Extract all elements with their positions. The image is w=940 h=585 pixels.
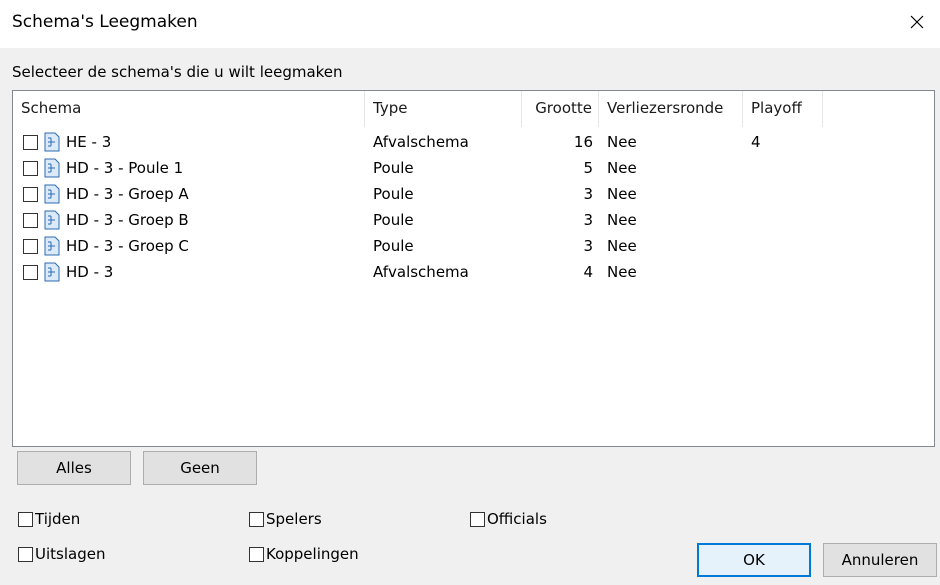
koppelingen-checkbox[interactable] xyxy=(249,546,264,562)
window-title: Schema's Leegmaken xyxy=(12,12,198,32)
schema-document-icon xyxy=(44,210,60,230)
row-name: HD - 3 - Poule 1 xyxy=(66,159,184,177)
row-size: 5 xyxy=(583,159,593,177)
row-type: Afvalschema xyxy=(373,133,469,151)
row-name-cell: HD - 3 xyxy=(13,262,365,282)
row-name: HE - 3 xyxy=(66,133,112,151)
ok-button[interactable]: OK xyxy=(697,543,811,577)
schema-list[interactable]: Schema Type Grootte Verliezersronde Play… xyxy=(12,90,935,447)
column-header-schema[interactable]: Schema xyxy=(13,91,365,127)
row-name-cell: HE - 3 xyxy=(13,132,365,152)
row-size: 4 xyxy=(583,263,593,281)
row-name: HD - 3 - Groep A xyxy=(66,185,189,203)
row-checkbox[interactable] xyxy=(23,238,38,254)
row-loser: Nee xyxy=(607,133,637,151)
schema-document-icon xyxy=(44,236,60,256)
list-rows: HE - 3 Afvalschema 16 Nee 4 HD - 3 - Pou… xyxy=(13,129,934,285)
row-loser: Nee xyxy=(607,237,637,255)
officials-checkbox[interactable] xyxy=(470,511,485,527)
row-loser: Nee xyxy=(607,159,637,177)
row-name-cell: HD - 3 - Groep C xyxy=(13,236,365,256)
row-checkbox[interactable] xyxy=(23,264,38,280)
koppelingen-label: Koppelingen xyxy=(266,545,359,563)
row-loser: Nee xyxy=(607,211,637,229)
dialog-body: Selecteer de schema's die u wilt leegmak… xyxy=(0,48,940,585)
officials-label: Officials xyxy=(487,510,547,528)
uitslagen-label: Uitslagen xyxy=(35,545,106,563)
row-checkbox[interactable] xyxy=(23,134,38,150)
column-header-grootte[interactable]: Grootte xyxy=(522,91,599,127)
row-size: 16 xyxy=(573,133,593,151)
row-name-cell: HD - 3 - Poule 1 xyxy=(13,158,365,178)
row-size: 3 xyxy=(583,185,593,203)
row-size: 3 xyxy=(583,237,593,255)
option-officials[interactable]: Officials xyxy=(470,510,547,528)
table-row[interactable]: HE - 3 Afvalschema 16 Nee 4 xyxy=(13,129,934,155)
row-type: Poule xyxy=(373,237,414,255)
uitslagen-checkbox[interactable] xyxy=(18,546,33,562)
column-header-verliezersronde[interactable]: Verliezersronde xyxy=(599,91,743,127)
row-size: 3 xyxy=(583,211,593,229)
row-checkbox[interactable] xyxy=(23,160,38,176)
row-loser: Nee xyxy=(607,185,637,203)
select-none-button[interactable]: Geen xyxy=(143,451,257,485)
schema-document-icon xyxy=(44,158,60,178)
row-type: Poule xyxy=(373,185,414,203)
table-row[interactable]: HD - 3 - Poule 1 Poule 5 Nee xyxy=(13,155,934,181)
option-spelers[interactable]: Spelers xyxy=(249,510,322,528)
table-row[interactable]: HD - 3 - Groep C Poule 3 Nee xyxy=(13,233,934,259)
option-tijden[interactable]: Tijden xyxy=(18,510,80,528)
row-loser: Nee xyxy=(607,263,637,281)
row-name: HD - 3 - Groep B xyxy=(66,211,189,229)
tijden-checkbox[interactable] xyxy=(18,511,33,527)
row-checkbox[interactable] xyxy=(23,212,38,228)
close-icon xyxy=(910,15,924,29)
row-type: Poule xyxy=(373,159,414,177)
row-playoff: 4 xyxy=(751,133,761,151)
instruction-label: Selecteer de schema's die u wilt leegmak… xyxy=(12,63,343,81)
option-koppelingen[interactable]: Koppelingen xyxy=(249,545,359,563)
tijden-label: Tijden xyxy=(35,510,81,528)
spelers-label: Spelers xyxy=(266,510,322,528)
row-name: HD - 3 xyxy=(66,263,114,281)
select-all-button[interactable]: Alles xyxy=(17,451,131,485)
table-row[interactable]: HD - 3 - Groep A Poule 3 Nee xyxy=(13,181,934,207)
schema-document-icon xyxy=(44,132,60,152)
row-type: Poule xyxy=(373,211,414,229)
column-header-type[interactable]: Type xyxy=(365,91,522,127)
row-name: HD - 3 - Groep C xyxy=(66,237,189,255)
column-header-playoff[interactable]: Playoff xyxy=(743,91,823,127)
row-name-cell: HD - 3 - Groep A xyxy=(13,184,365,204)
option-uitslagen[interactable]: Uitslagen xyxy=(18,545,105,563)
title-bar: Schema's Leegmaken xyxy=(0,0,940,48)
list-header: Schema Type Grootte Verliezersronde Play… xyxy=(13,91,934,127)
table-row[interactable]: HD - 3 - Groep B Poule 3 Nee xyxy=(13,207,934,233)
table-row[interactable]: HD - 3 Afvalschema 4 Nee xyxy=(13,259,934,285)
row-type: Afvalschema xyxy=(373,263,469,281)
row-checkbox[interactable] xyxy=(23,186,38,202)
schema-document-icon xyxy=(44,262,60,282)
schema-document-icon xyxy=(44,184,60,204)
spelers-checkbox[interactable] xyxy=(249,511,264,527)
row-name-cell: HD - 3 - Groep B xyxy=(13,210,365,230)
close-button[interactable] xyxy=(894,0,940,44)
cancel-button[interactable]: Annuleren xyxy=(823,543,937,577)
